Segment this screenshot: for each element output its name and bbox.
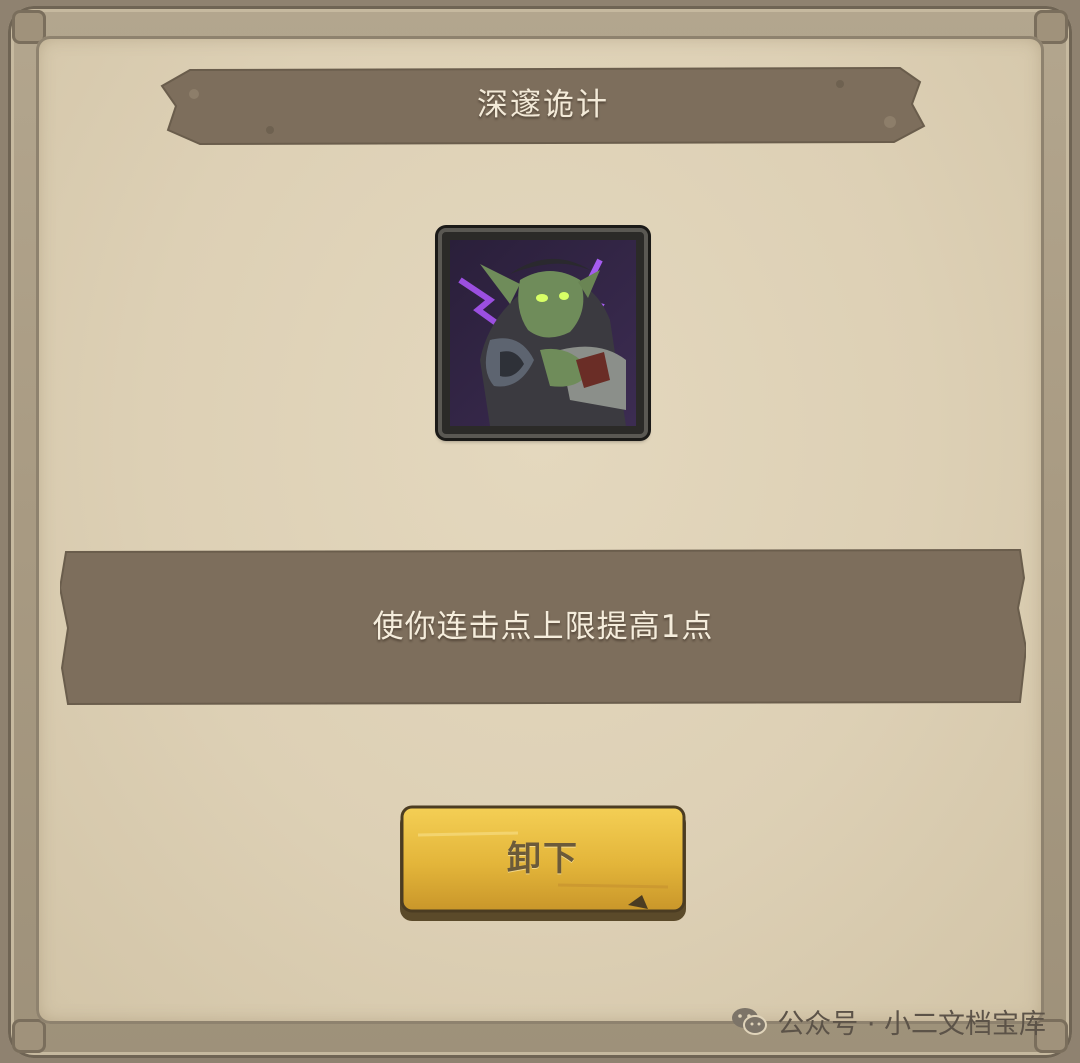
watermark: 公众号 · 小二文档宝库 <box>731 1003 1046 1040</box>
watermark-text: 公众号 · 小二文档宝库 <box>777 1008 1046 1040</box>
unequip-button[interactable]: 卸下 <box>398 805 688 923</box>
skill-description-panel: 使你连击点上限提高1点 <box>60 548 1026 706</box>
unequip-button-label: 卸下 <box>507 839 579 879</box>
skill-detail-dialog: 深邃诡计 使你连击点上限提高1点 卸下 公众号 · 小二文档宝库 <box>0 0 1080 1063</box>
goblin-rogue-portrait-icon <box>450 240 636 426</box>
skill-icon-frame <box>438 228 648 438</box>
skill-title: 深邃诡计 <box>477 87 609 123</box>
frame-corner-ornament <box>12 1019 46 1053</box>
title-banner: 深邃诡计 <box>160 64 926 146</box>
wechat-icon <box>731 1006 768 1036</box>
skill-description: 使你连击点上限提高1点 <box>372 609 714 645</box>
